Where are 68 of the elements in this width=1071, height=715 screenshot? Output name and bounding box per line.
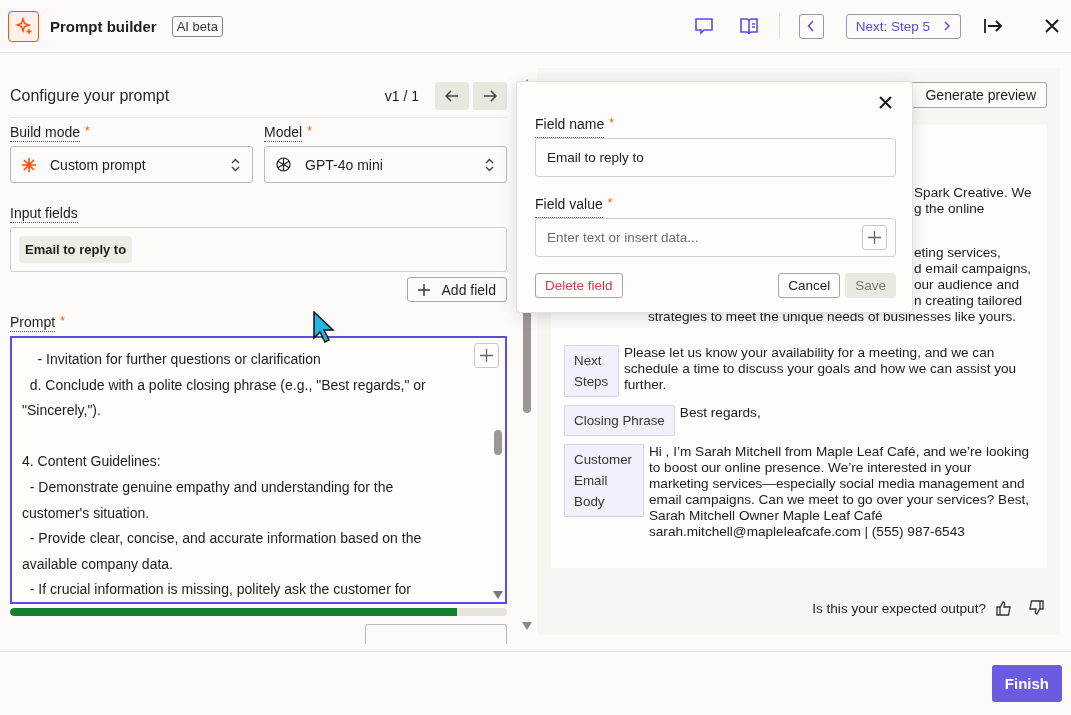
- scroll-down-icon: [493, 591, 503, 599]
- spark-icon: [21, 156, 37, 173]
- insert-data-button[interactable]: [862, 225, 887, 250]
- close-icon[interactable]: [879, 96, 892, 110]
- plus-icon: [868, 231, 881, 244]
- select-field[interactable]: GPT-4o mini: [264, 146, 507, 183]
- required-mark: *: [60, 314, 65, 328]
- preview-text: n creating tailored: [914, 293, 1024, 309]
- preview-text: Best regards,: [679, 405, 761, 421]
- field-label: Input fields: [10, 205, 78, 223]
- back-button[interactable]: [798, 13, 824, 39]
- model-logo-icon: [275, 156, 292, 173]
- plus-icon: [480, 349, 493, 362]
- section-tag: Closing Phrase: [564, 405, 675, 436]
- preview-text: d email campaigns,: [914, 261, 1033, 277]
- scrollbar-thumb: [494, 430, 502, 455]
- insert-data-button[interactable]: [474, 343, 499, 368]
- field-value-input[interactable]: Enter text or insert data...: [535, 218, 896, 257]
- arrow-right-icon: [483, 90, 497, 102]
- delete-field-button[interactable]: Delete field: [535, 273, 623, 298]
- next-step-button[interactable]: Next: Step 5: [845, 13, 961, 39]
- preview-text: Spark Creative. We: [914, 185, 1033, 201]
- cancel-button[interactable]: Cancel: [778, 273, 841, 298]
- preview-text: Hi , I’m Sarah Mitchell from Maple Leaf Café, and we’re looking to boost our online presence. We’re interested in your marketing services—especially social media management and email campaigns. Can we meet to go over your services? Best, Sarah Mitchell Owner Maple Leaf Café sarah.mitchell@mapleleafcafe.com | (555) 987-6543: [649, 444, 1031, 540]
- required-mark: *: [609, 116, 614, 132]
- preview-text: g the online: [914, 201, 986, 217]
- add-field-button[interactable]: Add field: [406, 277, 507, 302]
- book-icon[interactable]: [738, 17, 759, 35]
- app-logo-icon: [8, 10, 39, 42]
- required-mark: *: [607, 196, 613, 212]
- cursor-icon: [313, 311, 335, 343]
- close-icon[interactable]: [1045, 19, 1059, 33]
- prompt-field[interactable]: [10, 336, 507, 604]
- section-tag: Next Steps: [564, 345, 619, 397]
- version-label: v1 / 1: [384, 88, 419, 104]
- previous-version-button[interactable]: [435, 82, 469, 110]
- field-label: Prompt: [10, 314, 56, 332]
- exit-icon[interactable]: [984, 18, 1003, 34]
- select-field[interactable]: Custom prompt: [10, 146, 253, 183]
- field-label: Build mode: [10, 124, 81, 142]
- preview-text: Please let us know your availability for a meeting, and we can schedule a time to discuss your goals and how we can assist you further.: [624, 345, 1018, 393]
- chevron-icon: [231, 157, 240, 172]
- finish-button[interactable]: Finish: [991, 665, 1062, 702]
- chevron-right-icon: [944, 21, 950, 31]
- arrow-left-icon: [445, 90, 459, 102]
- thumbs-up-icon[interactable]: [996, 600, 1012, 616]
- next-version-button[interactable]: [473, 82, 507, 110]
- field-label: Model: [264, 124, 303, 142]
- preview-text: our audience and: [914, 277, 1021, 293]
- feedback-question: Is this your expected output?: [812, 600, 986, 616]
- chevron-icon: [485, 157, 494, 172]
- required-mark: *: [85, 124, 90, 138]
- preview-text: eting services,: [914, 245, 1002, 261]
- field-chip[interactable]: Email to reply to: [19, 236, 133, 263]
- beta-badge: AI beta: [171, 15, 223, 37]
- app-title: Prompt builder: [50, 17, 157, 35]
- field-name-input[interactable]: Email to reply to: [535, 138, 896, 177]
- field-name-value: Email to reply to: [547, 150, 644, 165]
- chevron-left-icon: [807, 20, 816, 32]
- field-value-placeholder: Enter text or insert data...: [547, 230, 700, 245]
- thumbs-down-icon[interactable]: [1028, 600, 1044, 616]
- section-title: Configure your prompt: [10, 87, 171, 105]
- prompt-text: - Invitation for further questions or clarification d. Conclude with a polite closing phrase (e.g., "Best regards," or "Sincerely,"). 4. Content Guidelines: - Demonstrate genuine empathy and understanding for the customer's situation. - Provide clear, concise, and accurate information based on the available company data. - If crucial information is missing, politely ask the customer for: [22, 350, 426, 600]
- chat-icon[interactable]: [693, 16, 714, 36]
- generate-preview-button[interactable]: Generate preview: [910, 82, 1047, 108]
- required-mark: *: [307, 124, 312, 138]
- section-tag: Customer Email Body: [564, 444, 644, 517]
- plus-icon: [417, 283, 430, 296]
